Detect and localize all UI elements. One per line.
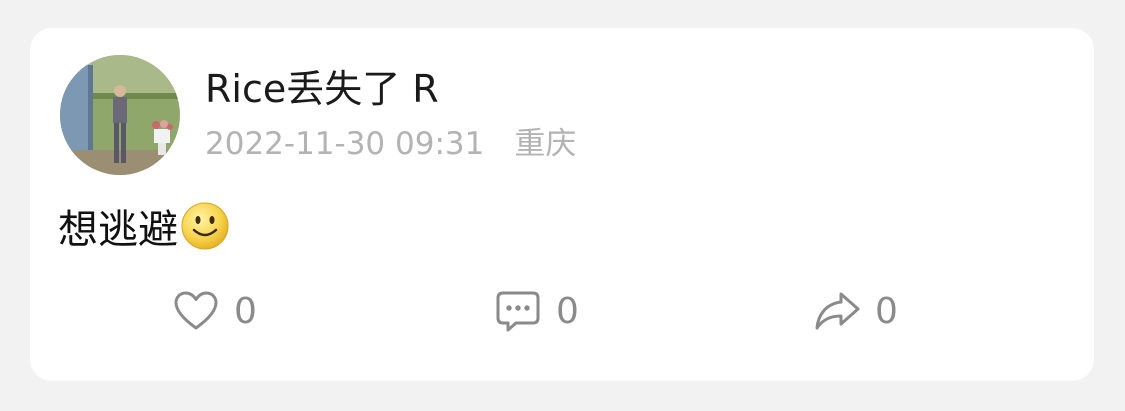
post-content: 想逃避 [58,198,230,254]
heart-outline-icon [172,288,220,336]
comment-bubble-icon [494,288,542,336]
avatar[interactable] [60,55,180,175]
share-count: 0 [875,291,898,332]
post-meta: 2022-11-30 09:31 重庆 [205,124,576,164]
author-name[interactable]: Rice丢失了 R [205,64,439,114]
share-button[interactable]: 0 [813,286,898,338]
share-arrow-icon [813,288,861,336]
like-count: 0 [234,291,257,332]
like-button[interactable]: 0 [172,286,257,338]
post-text: 想逃避 [58,207,178,253]
post-card: Rice丢失了 R 2022-11-30 09:31 重庆 想逃避 0 0 0 [30,28,1094,381]
comment-button[interactable]: 0 [494,286,579,338]
post-location: 重庆 [514,126,577,162]
slightly-smiling-face-icon [180,201,230,251]
post-datetime: 2022-11-30 09:31 [205,126,485,162]
comment-count: 0 [556,291,579,332]
